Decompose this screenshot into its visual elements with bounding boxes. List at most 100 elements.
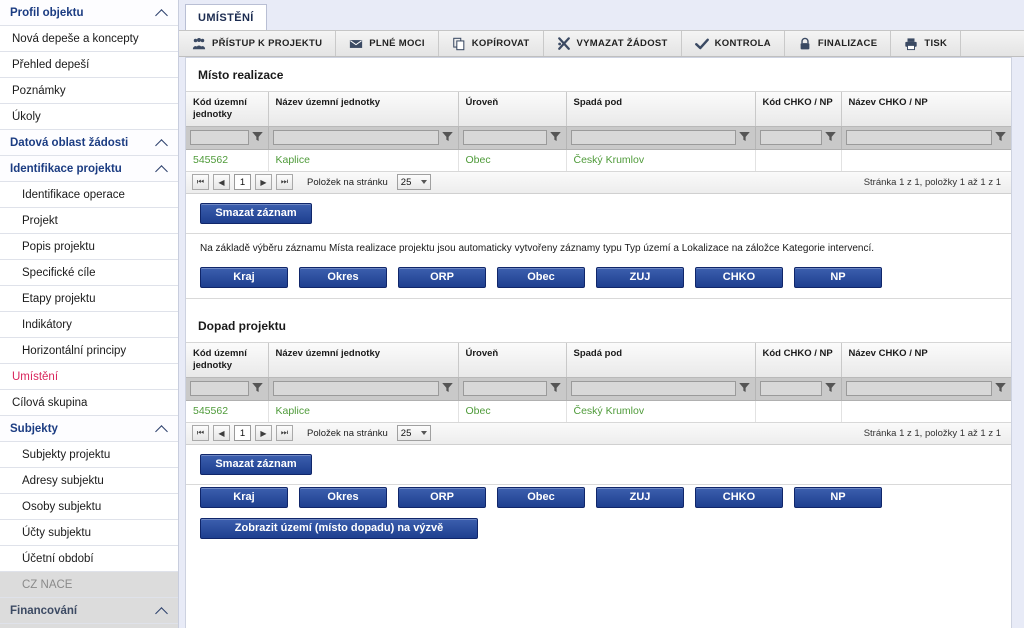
sidebar-item-horizont-ln-principy[interactable]: Horizontální principy (0, 338, 178, 364)
toolbar-button-vymazat-dost[interactable]: VYMAZAT ŽÁDOST (544, 31, 682, 56)
table-row[interactable]: 545562 Kaplice Obec Český Krumlov (186, 149, 1011, 172)
sidebar-group-datov-oblast-dosti[interactable]: Datová oblast žádosti (0, 130, 178, 156)
chevron-up-icon[interactable] (156, 422, 170, 436)
funnel-icon[interactable] (251, 381, 264, 397)
funnel-icon[interactable] (549, 130, 562, 146)
next-page-button[interactable]: ▶ (255, 425, 272, 441)
level-button-kraj[interactable]: Kraj (200, 266, 288, 288)
sidebar-group-subjekty[interactable]: Subjekty (0, 416, 178, 442)
sidebar-item-identifikace-operace[interactable]: Identifikace operace (0, 182, 178, 208)
first-page-button[interactable]: ⏮ (192, 425, 209, 441)
filter-input[interactable] (462, 130, 547, 146)
prev-page-button[interactable]: ◀ (213, 425, 230, 441)
filter-input[interactable] (190, 381, 249, 396)
funnel-icon[interactable] (251, 130, 264, 146)
column-header[interactable]: Název CHKO / NP (841, 342, 1011, 378)
funnel-icon[interactable] (441, 130, 454, 146)
funnel-icon[interactable] (824, 130, 837, 146)
sidebar-item-c-lov-skupina[interactable]: Cílová skupina (0, 390, 178, 416)
level-button-obec[interactable]: Obec (497, 266, 585, 288)
filter-input[interactable] (845, 381, 992, 396)
current-page-number[interactable]: 1 (234, 425, 251, 441)
level-button-np[interactable]: NP (794, 266, 882, 288)
per-page-select[interactable]: 25 (396, 174, 431, 191)
sidebar-item-koly[interactable]: Úkoly (0, 104, 178, 130)
level-button-okres[interactable]: Okres (299, 486, 387, 508)
show-area-on-call-button[interactable]: Zobrazit území (místo dopadu) na výzvě (200, 517, 478, 539)
sidebar-group-profil-objektu[interactable]: Profil objektu (0, 0, 178, 26)
last-page-button[interactable]: ⏭ (276, 174, 293, 191)
level-button-obec[interactable]: Obec (497, 486, 585, 508)
chevron-up-icon[interactable] (156, 6, 170, 20)
column-header[interactable]: Kód CHKO / NP (755, 342, 842, 378)
last-page-button[interactable]: ⏭ (276, 425, 293, 441)
toolbar-button-pln-moci[interactable]: PLNÉ MOCI (336, 31, 439, 56)
level-button-chko[interactable]: CHKO (695, 486, 783, 508)
toolbar-button-tisk[interactable]: TISK (891, 31, 962, 56)
sidebar-item-etapy-projektu[interactable]: Etapy projektu (0, 286, 178, 312)
sidebar-item-um-st-n[interactable]: Umístění (0, 364, 178, 390)
filter-input[interactable] (570, 381, 736, 396)
next-page-button[interactable]: ▶ (255, 174, 272, 191)
sidebar-item-p-ehled-depe[interactable]: Přehled depeší (0, 52, 178, 78)
column-header[interactable]: Úroveň (458, 342, 567, 378)
level-button-orp[interactable]: ORP (398, 266, 486, 288)
level-button-zuj[interactable]: ZUJ (596, 266, 684, 288)
first-page-button[interactable]: ⏮ (192, 174, 209, 191)
column-header[interactable]: Název územní jednotky (268, 342, 459, 378)
current-page-number[interactable]: 1 (234, 174, 251, 191)
filter-input[interactable] (759, 130, 822, 146)
sidebar-item-adresy-subjektu[interactable]: Adresy subjektu (0, 468, 178, 494)
sidebar-item-ty-subjektu[interactable]: Účty subjektu (0, 520, 178, 546)
sidebar-group-identifikace-projektu[interactable]: Identifikace projektu (0, 156, 178, 182)
sidebar-item-subjekty-projektu[interactable]: Subjekty projektu (0, 442, 178, 468)
funnel-icon[interactable] (549, 381, 562, 397)
sidebar-item-indik-tory[interactable]: Indikátory (0, 312, 178, 338)
level-button-zuj[interactable]: ZUJ (596, 486, 684, 508)
funnel-icon[interactable] (738, 381, 751, 397)
sidebar-item-nov-depe-e-a-koncepty[interactable]: Nová depeše a koncepty (0, 26, 178, 52)
column-header[interactable]: Název CHKO / NP (841, 92, 1011, 127)
level-button-np[interactable]: NP (794, 486, 882, 508)
toolbar-button-p-stup-k-projektu[interactable]: PŘÍSTUP K PROJEKTU (179, 31, 337, 56)
sidebar-item-specifick-c-le[interactable]: Specifické cíle (0, 260, 178, 286)
toolbar-button-kop-rovat[interactable]: KOPÍROVAT (439, 31, 544, 56)
column-header[interactable]: Spadá pod (566, 342, 756, 378)
filter-input[interactable] (462, 381, 547, 396)
funnel-icon[interactable] (824, 381, 837, 397)
delete-record-button[interactable]: Smazat záznam (200, 202, 312, 224)
level-button-okres[interactable]: Okres (299, 266, 387, 288)
per-page-select[interactable]: 25 (396, 425, 431, 441)
level-button-kraj[interactable]: Kraj (200, 486, 288, 508)
column-header[interactable]: Název územní jednotky (268, 92, 459, 127)
level-button-orp[interactable]: ORP (398, 486, 486, 508)
chevron-up-icon[interactable] (156, 604, 170, 618)
sidebar-item-projekt[interactable]: Projekt (0, 208, 178, 234)
prev-page-button[interactable]: ◀ (213, 174, 230, 191)
level-button-chko[interactable]: CHKO (695, 266, 783, 288)
sidebar-item-pozn-mky[interactable]: Poznámky (0, 78, 178, 104)
sidebar-item-osoby-subjektu[interactable]: Osoby subjektu (0, 494, 178, 520)
filter-input[interactable] (272, 381, 439, 396)
toolbar-button-kontrola[interactable]: KONTROLA (682, 31, 785, 56)
chevron-up-icon[interactable] (156, 136, 170, 150)
chevron-up-icon[interactable] (156, 162, 170, 176)
sidebar-item-popis-projektu[interactable]: Popis projektu (0, 234, 178, 260)
funnel-icon[interactable] (738, 130, 751, 146)
toolbar-button-finalizace[interactable]: FINALIZACE (785, 31, 892, 56)
filter-input[interactable] (570, 130, 736, 146)
filter-input[interactable] (759, 381, 822, 396)
column-header[interactable]: Spadá pod (566, 92, 756, 127)
table-row[interactable]: 545562 Kaplice Obec Český Krumlov (186, 400, 1011, 423)
tab-umisteni[interactable]: UMÍSTĚNÍ (185, 4, 267, 30)
filter-input[interactable] (845, 130, 992, 146)
funnel-icon[interactable] (994, 381, 1007, 397)
funnel-icon[interactable] (994, 130, 1007, 146)
column-header[interactable]: Kód územní jednotky (186, 92, 269, 127)
column-header[interactable]: Kód CHKO / NP (755, 92, 842, 127)
delete-record-button[interactable]: Smazat záznam (200, 453, 312, 475)
filter-input[interactable] (190, 130, 249, 146)
funnel-icon[interactable] (441, 381, 454, 397)
column-header[interactable]: Úroveň (458, 92, 567, 127)
filter-input[interactable] (272, 130, 439, 146)
